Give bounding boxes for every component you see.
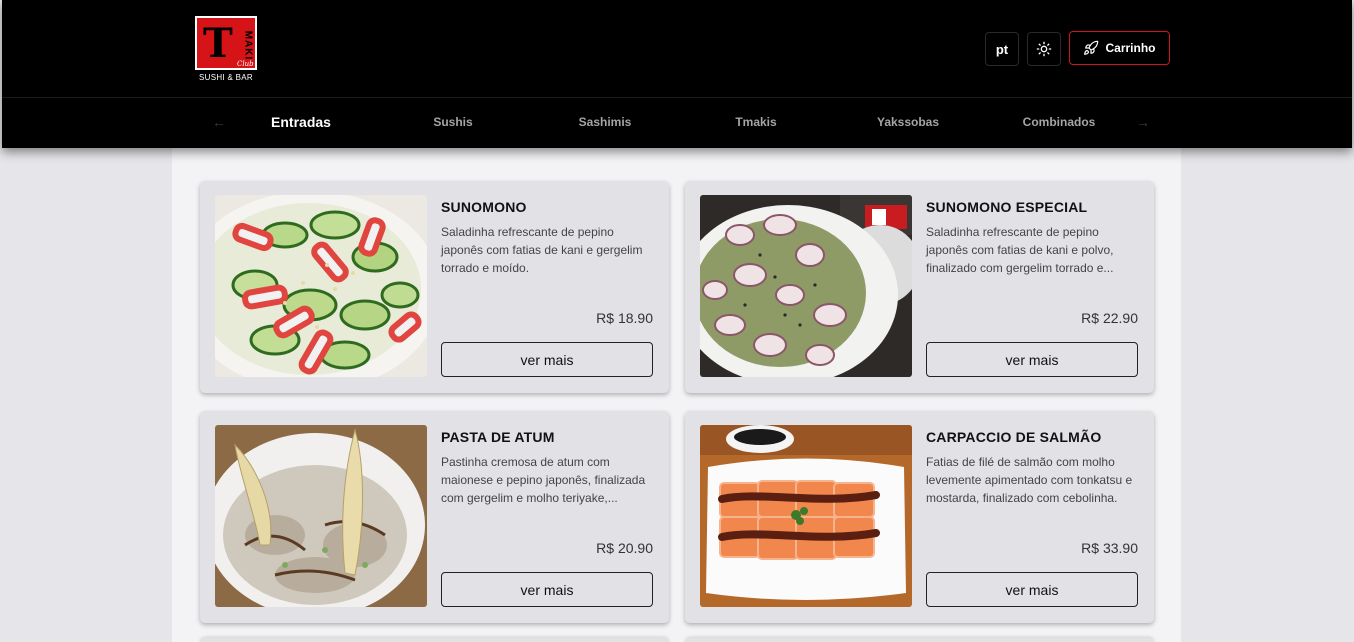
product-grid: SUNOMONO Saladinha refrescante de pepino… <box>172 148 1181 642</box>
cart-button[interactable]: Carrinho <box>1069 31 1170 65</box>
product-card[interactable]: CARPACCIO DE SALMÃO Fatias de filé de sa… <box>685 411 1154 623</box>
logo-maki: MAKI <box>242 30 254 61</box>
product-price: R$ 20.90 <box>596 540 653 556</box>
logo[interactable]: T MAKI Club SUSHI & BAR <box>194 15 262 85</box>
language-label: pt <box>995 41 1009 57</box>
product-description: Saladinha refrescante de pepino japonês … <box>926 225 1114 275</box>
product-title: SUNOMONO ESPECIAL <box>926 199 1088 215</box>
ver-mais-button[interactable]: ver mais <box>926 572 1138 607</box>
arrow-left-icon[interactable]: ← <box>212 114 226 130</box>
product-image[interactable] <box>700 425 912 607</box>
tab-combinados[interactable]: Combinados <box>1023 115 1096 129</box>
product-title: PASTA DE ATUM <box>441 429 555 445</box>
logo-club: Club <box>237 60 254 68</box>
product-card[interactable]: PASTA DE ATUM Pastinha cremosa de atum c… <box>200 411 669 623</box>
category-nav: ← Entradas Sushis Sashimis Tmakis Yaksso… <box>2 98 1352 148</box>
tab-sashimis[interactable]: Sashimis <box>579 115 632 129</box>
tab-sushis[interactable]: Sushis <box>433 115 472 129</box>
logo-badge: T MAKI Club <box>195 16 257 70</box>
ver-mais-button[interactable]: ver mais <box>441 342 653 377</box>
product-image[interactable] <box>215 425 427 607</box>
product-price: R$ 22.90 <box>1081 310 1138 326</box>
product-image[interactable] <box>700 195 912 377</box>
theme-toggle-button[interactable] <box>1027 32 1061 66</box>
tab-entradas[interactable]: Entradas <box>271 114 331 130</box>
product-card[interactable]: SUNOMONO Saladinha refrescante de pepino… <box>200 181 669 393</box>
language-button[interactable]: pt <box>985 32 1019 66</box>
arrow-right-icon[interactable]: → <box>1136 114 1150 130</box>
site-header: T MAKI Club SUSHI & BAR pt Carrinho ← En… <box>2 0 1352 148</box>
product-description: Pastinha cremosa de atum com maionese e … <box>441 455 646 505</box>
product-card[interactable]: SUNOMONO ESPECIAL Saladinha refrescante … <box>685 181 1154 393</box>
product-card-partial <box>685 638 1154 642</box>
product-description: Fatias de filé de salmão com molho levem… <box>926 455 1133 505</box>
product-price: R$ 18.90 <box>596 310 653 326</box>
tab-yakssobas[interactable]: Yakssobas <box>877 115 939 129</box>
product-card-partial <box>200 638 669 642</box>
logo-text: SUSHI & BAR <box>199 73 253 82</box>
product-price: R$ 33.90 <box>1081 540 1138 556</box>
top-bar: T MAKI Club SUSHI & BAR pt Carrinho <box>2 0 1352 98</box>
ver-mais-button[interactable]: ver mais <box>926 342 1138 377</box>
tab-tmakis[interactable]: Tmakis <box>735 115 776 129</box>
product-title: CARPACCIO DE SALMÃO <box>926 429 1102 445</box>
rocket-icon <box>1084 40 1099 55</box>
logo-letter: T <box>203 20 233 67</box>
product-title: SUNOMONO <box>441 199 527 215</box>
product-image[interactable] <box>215 195 427 377</box>
product-description: Saladinha refrescante de pepino japonês … <box>441 225 643 275</box>
cart-label: Carrinho <box>1105 41 1156 55</box>
sun-icon <box>1036 41 1052 57</box>
ver-mais-button[interactable]: ver mais <box>441 572 653 607</box>
